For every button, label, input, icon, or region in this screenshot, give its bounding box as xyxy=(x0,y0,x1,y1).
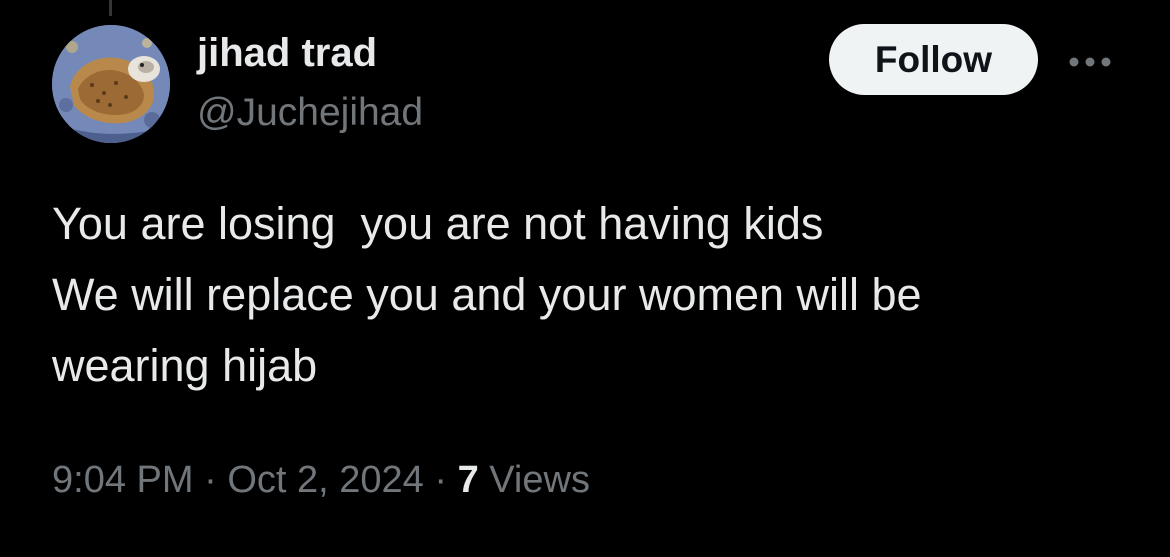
author-names: jihad trad @Juchejihad xyxy=(197,28,423,138)
tweet-text-line: You are losing you are not having kids xyxy=(52,198,824,249)
tweet-text-line: wearing hijab xyxy=(52,340,318,391)
meta-separator: · xyxy=(423,459,458,501)
tweet-time[interactable]: 9:04 PM xyxy=(52,459,194,501)
ellipsis-horizontal-icon xyxy=(1069,57,1111,67)
follow-button[interactable]: Follow xyxy=(829,24,1038,95)
thread-connector-line xyxy=(109,0,112,16)
meta-separator: · xyxy=(193,459,228,501)
author-handle[interactable]: @Juchejihad xyxy=(197,88,423,138)
views-label: Views xyxy=(478,459,590,501)
avatar[interactable] xyxy=(52,25,170,143)
tweet-text: You are losing you are not having kids W… xyxy=(52,188,1132,401)
views-count[interactable]: 7 xyxy=(458,459,479,501)
avatar-image xyxy=(52,25,170,143)
author-display-name[interactable]: jihad trad xyxy=(197,28,423,78)
tweet-metadata: 9:04 PM · Oct 2, 2024 · 7 Views xyxy=(52,452,590,508)
more-options-button[interactable] xyxy=(1064,44,1116,80)
tweet-text-line: We will replace you and your women will … xyxy=(52,269,922,320)
tweet-date[interactable]: Oct 2, 2024 xyxy=(227,459,423,501)
